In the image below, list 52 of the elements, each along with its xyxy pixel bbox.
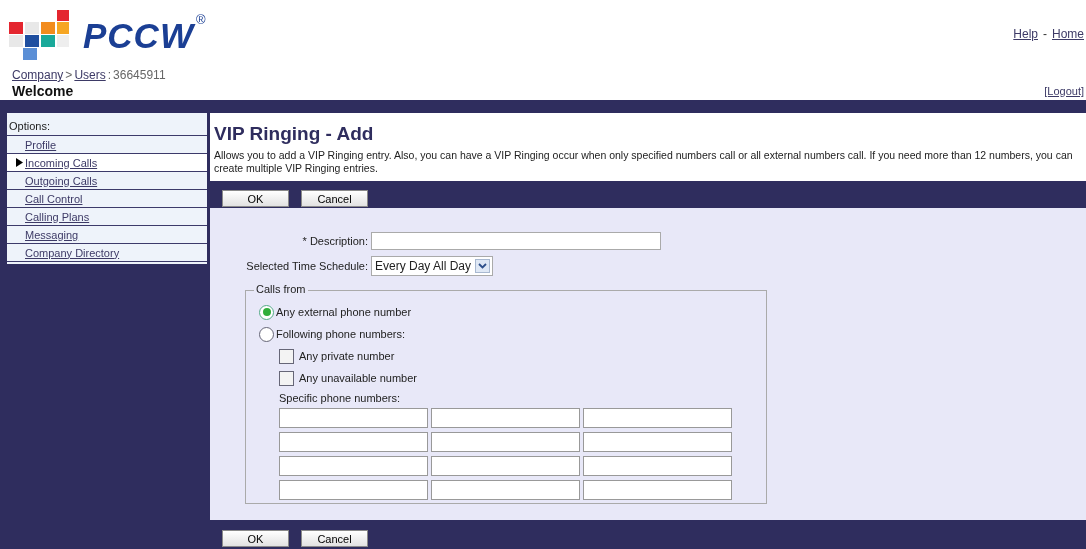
logo-wordmark: PCCW	[83, 16, 194, 56]
field-label: Selected Time Schedule:	[245, 260, 369, 272]
phone-number-field[interactable]	[431, 456, 580, 476]
phone-number-field[interactable]	[279, 480, 428, 500]
phone-number-field[interactable]	[279, 456, 428, 476]
phone-number-field[interactable]	[583, 480, 732, 500]
radio-button[interactable]	[259, 304, 274, 320]
phone-number-field[interactable]	[279, 432, 428, 452]
phone-number-field[interactable]	[431, 408, 580, 428]
radio-label: Any external phone number	[276, 306, 412, 318]
sidebar-item[interactable]: Calling Plans	[25, 210, 90, 223]
checkbox[interactable]	[279, 348, 294, 364]
header-link[interactable]: Home	[1052, 27, 1084, 41]
schedule-dropdown[interactable]: Every Day All Day	[371, 256, 494, 276]
sidebar-item[interactable]: Messaging	[25, 228, 79, 241]
phone-number-field[interactable]	[279, 408, 428, 428]
group-legend: Calls from	[254, 283, 308, 295]
breadcrumb-text: :	[107, 68, 112, 82]
page-title: VIP Ringing - Add	[214, 123, 375, 145]
phone-number-field[interactable]	[583, 432, 732, 452]
form-button[interactable]: Cancel	[301, 190, 368, 207]
options-heading: Options:	[7, 113, 207, 136]
sidebar-item[interactable]: Outgoing Calls	[25, 174, 98, 187]
sidebar-item[interactable]: Profile	[25, 138, 57, 151]
breadcrumb-link[interactable]: Users	[74, 68, 106, 82]
sidebar-item[interactable]: Call Control	[25, 192, 83, 205]
phone-number-field[interactable]	[431, 432, 580, 452]
radio-button[interactable]	[259, 326, 274, 342]
description-field[interactable]	[371, 232, 661, 250]
radio-label: Following phone numbers:	[276, 328, 406, 340]
field-label: Specific phone numbers:	[279, 392, 402, 404]
phone-number-field[interactable]	[583, 408, 732, 428]
breadcrumb-text: 36645911	[113, 68, 166, 82]
phone-number-field[interactable]	[431, 480, 580, 500]
form-button[interactable]: OK	[222, 190, 289, 207]
field-label: * Description:	[301, 235, 369, 247]
logout-link[interactable]: [Logout]	[1044, 85, 1084, 97]
breadcrumb-link[interactable]: Company	[12, 68, 64, 82]
dropdown-chevron-icon	[475, 259, 491, 273]
intro-paragraph: Allows you to add a VIP Ringing entry. Also, you can have a VIP Ringing occur when only specified numbers call or all external numbers call. If you need more than 12 numbers, you can create multiple VIP Ringing entries.	[214, 149, 1074, 175]
checkbox-label: Any unavailable number	[299, 372, 418, 384]
link-separator: -	[1043, 27, 1047, 41]
checkbox-label: Any private number	[299, 350, 395, 362]
registered-mark: ®	[195, 12, 206, 27]
sidebar-item[interactable]: Company Directory	[25, 246, 120, 259]
breadcrumb-text: >	[65, 68, 73, 82]
welcome-text: Welcome	[11, 83, 75, 99]
header-link[interactable]: Help	[1013, 27, 1038, 41]
form-button[interactable]: OK	[222, 530, 289, 547]
checkbox[interactable]	[279, 370, 294, 386]
form-button[interactable]: Cancel	[301, 530, 368, 547]
phone-number-field[interactable]	[583, 456, 732, 476]
